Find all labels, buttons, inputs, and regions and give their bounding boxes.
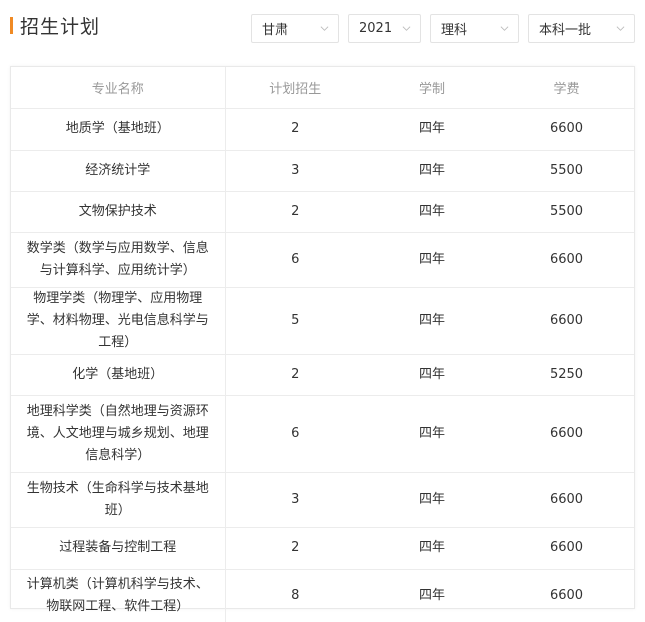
tuition-fee-cell: 5250 xyxy=(499,354,634,396)
plan-count-cell: 5 xyxy=(225,287,365,355)
tuition-fee-cell: 5500 xyxy=(499,150,634,192)
plan-count-cell: 6 xyxy=(225,232,365,288)
column-header-years: 学制 xyxy=(365,67,499,109)
table-row: 化学（基地班） 2 四年 5250 xyxy=(11,354,634,396)
major-name-cell: 物理学类（物理学、应用物理学、材料物理、光电信息科学与工程） xyxy=(11,287,226,355)
tuition-fee-cell: 6600 xyxy=(499,527,634,570)
batch-select-value: 本科一批 xyxy=(539,23,592,38)
chevron-down-icon xyxy=(320,26,329,31)
study-years-cell: 四年 xyxy=(365,354,499,396)
study-years-cell: 四年 xyxy=(365,287,499,355)
plan-count-cell: 3 xyxy=(225,150,365,192)
study-years-cell: 四年 xyxy=(365,191,499,233)
page-title: 招生计划 xyxy=(20,16,101,38)
chevron-down-icon xyxy=(616,26,625,31)
study-years-cell: 四年 xyxy=(365,472,499,528)
plan-count-cell: 8 xyxy=(291,587,300,603)
table-row: 物理学类（物理学、应用物理学、材料物理、光电信息科学与工程） 5 四年 6600 xyxy=(11,287,634,355)
plan-count-cell: 3 xyxy=(225,472,365,528)
major-name-cell: 地质学（基地班） xyxy=(11,108,226,151)
header: 招生计划 甘肃 2021 理科 本科一批 xyxy=(0,0,645,50)
year-select-value: 2021 xyxy=(359,21,393,36)
table-row: 数学类（数学与应用数学、信息与计算科学、应用统计学） 6 四年 6600 xyxy=(11,232,634,288)
major-name-cell: 文物保护技术 xyxy=(11,191,226,233)
tuition-fee-cell: 6600 xyxy=(549,587,584,603)
plan-count-cell: 6 xyxy=(225,395,365,473)
table-row: 文物保护技术 2 四年 5500 xyxy=(11,191,634,233)
plan-count-cell: 2 xyxy=(225,527,365,570)
subject-select-value: 理科 xyxy=(441,23,468,38)
major-name-cell: 过程装备与控制工程 xyxy=(11,527,226,570)
title-accent-bar xyxy=(10,17,13,34)
major-name-cell: 地理科学类（自然地理与资源环境、人文地理与城乡规划、地理信息科学） xyxy=(11,395,226,473)
table-header-row: 专业名称 计划招生 学制 学费 xyxy=(11,67,634,109)
table-row: 计算机类（计算机科学与技术、物联网工程、软件工程） 8 四年 6600 xyxy=(11,569,634,622)
major-name-cell: 数学类（数学与应用数学、信息与计算科学、应用统计学） xyxy=(11,232,226,288)
province-select[interactable]: 甘肃 xyxy=(251,14,339,43)
study-years-cell: 四年 xyxy=(365,232,499,288)
major-name-cell: 经济统计学 xyxy=(11,150,226,192)
tuition-fee-cell: 6600 xyxy=(499,108,634,151)
study-years-cell: 四年 xyxy=(365,527,499,570)
column-header-fee: 学费 xyxy=(499,67,634,109)
plan-count-cell: 2 xyxy=(225,191,365,233)
province-select-value: 甘肃 xyxy=(262,23,289,38)
study-years-cell: 四年 xyxy=(365,395,499,473)
plan-count-cell: 2 xyxy=(225,354,365,396)
chevron-down-icon xyxy=(402,26,411,31)
tuition-fee-cell: 5500 xyxy=(499,191,634,233)
batch-select[interactable]: 本科一批 xyxy=(528,14,635,43)
table-row: 地质学（基地班） 2 四年 6600 xyxy=(11,108,634,151)
study-years-cell: 四年 xyxy=(418,587,445,603)
enrollment-plan-table: 专业名称 计划招生 学制 学费 地质学（基地班） 2 四年 6600 经济统计学 3 四年 5… xyxy=(10,66,635,622)
major-name-cell: 化学（基地班） xyxy=(11,354,226,396)
major-name-cell: 生物技术（生命科学与技术基地班） xyxy=(11,472,226,528)
tuition-fee-cell: 6600 xyxy=(499,395,634,473)
major-name-cell: 计算机类（计算机科学与技术、物联网工程、软件工程） xyxy=(11,569,226,622)
year-select[interactable]: 2021 xyxy=(348,14,421,43)
table-row: 地理科学类（自然地理与资源环境、人文地理与城乡规划、地理信息科学） 6 四年 6600 xyxy=(11,395,634,473)
subject-select[interactable]: 理科 xyxy=(430,14,519,43)
tuition-fee-cell: 6600 xyxy=(499,232,634,288)
chevron-down-icon xyxy=(500,26,509,31)
study-years-cell: 四年 xyxy=(365,150,499,192)
column-header-major: 专业名称 xyxy=(11,67,226,109)
table-row: 经济统计学 3 四年 5500 xyxy=(11,150,634,192)
tuition-fee-cell: 6600 xyxy=(499,472,634,528)
table-row: 过程装备与控制工程 2 四年 6600 xyxy=(11,527,634,570)
plan-count-cell: 2 xyxy=(225,108,365,151)
table-row: 生物技术（生命科学与技术基地班） 3 四年 6600 xyxy=(11,472,634,528)
column-header-plan: 计划招生 xyxy=(225,67,365,109)
study-years-cell: 四年 xyxy=(365,108,499,151)
tuition-fee-cell: 6600 xyxy=(499,287,634,355)
